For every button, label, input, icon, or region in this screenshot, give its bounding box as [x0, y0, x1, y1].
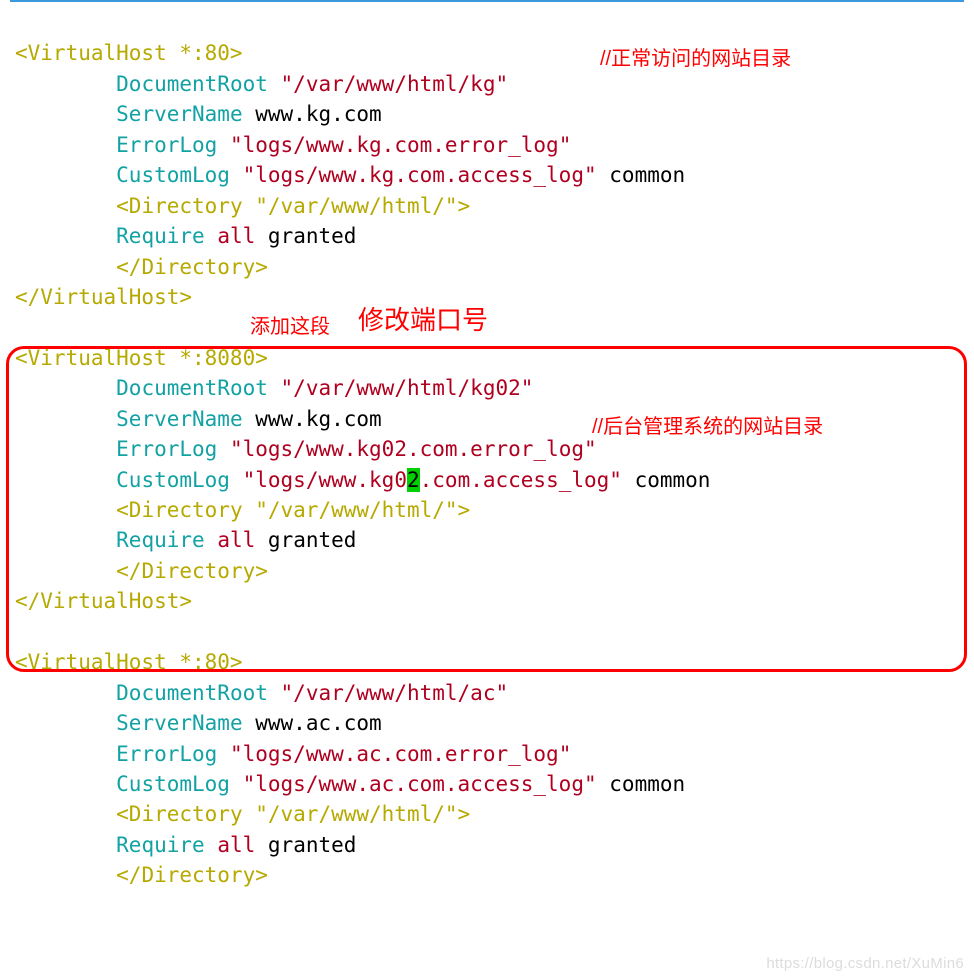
directory-close: </Directory>: [116, 255, 268, 279]
servername-val: www.kg.com: [255, 407, 381, 431]
require-key: Require: [116, 528, 205, 552]
documentroot-key: DocumentRoot: [116, 72, 268, 96]
directory-open: <Directory "/var/www/html/">: [116, 802, 470, 826]
errorlog-key: ErrorLog: [116, 742, 217, 766]
servername-key: ServerName: [116, 407, 242, 431]
servername-val: www.kg.com: [255, 102, 381, 126]
documentroot-val: "/var/www/html/kg": [281, 72, 509, 96]
require-kw: all: [217, 528, 255, 552]
directory-close: </Directory>: [116, 863, 268, 887]
customlog-tail: common: [609, 772, 685, 796]
customlog-tail: common: [635, 468, 711, 492]
vhost-close-2: </VirtualHost>: [15, 589, 192, 613]
documentroot-key: DocumentRoot: [116, 376, 268, 400]
vhost-close-1: </VirtualHost>: [15, 285, 192, 309]
code-block: <VirtualHost *:80> DocumentRoot "/var/ww…: [15, 8, 710, 891]
directory-open: <Directory "/var/www/html/">: [116, 498, 470, 522]
customlog-tail: common: [609, 163, 685, 187]
vhost-open-3: <VirtualHost *:80>: [15, 650, 243, 674]
servername-key: ServerName: [116, 102, 242, 126]
documentroot-val: "/var/www/html/kg02": [281, 376, 534, 400]
vhost-open-2: <VirtualHost *:8080>: [15, 346, 268, 370]
customlog-val: "logs/www.kg.com.access_log": [243, 163, 597, 187]
require-val: granted: [268, 224, 357, 248]
annotation-admin-site: //后台管理系统的网站目录: [592, 410, 823, 439]
errorlog-key: ErrorLog: [116, 133, 217, 157]
customlog-key: CustomLog: [116, 163, 230, 187]
annotation-add-segment: 添加这段: [250, 310, 330, 339]
require-key: Require: [116, 833, 205, 857]
watermark: https://blog.csdn.net/XuMin6: [766, 955, 964, 972]
servername-val: www.ac.com: [255, 711, 381, 735]
customlog-val: "logs/www.ac.com.access_log": [243, 772, 597, 796]
servername-key: ServerName: [116, 711, 242, 735]
top-border: [10, 0, 964, 2]
customlog-key: CustomLog: [116, 468, 230, 492]
documentroot-val: "/var/www/html/ac": [281, 681, 509, 705]
errorlog-val: "logs/www.kg02.com.error_log": [230, 437, 597, 461]
errorlog-key: ErrorLog: [116, 437, 217, 461]
require-kw: all: [217, 224, 255, 248]
directory-close: </Directory>: [116, 559, 268, 583]
documentroot-key: DocumentRoot: [116, 681, 268, 705]
directory-open: <Directory "/var/www/html/">: [116, 194, 470, 218]
vhost-open-1: <VirtualHost *:80>: [15, 41, 243, 65]
errorlog-val: "logs/www.ac.com.error_log": [230, 742, 571, 766]
customlog-val-b: .com.access_log": [420, 468, 622, 492]
require-kw: all: [217, 833, 255, 857]
require-key: Require: [116, 224, 205, 248]
annotation-change-port: 修改端口号: [358, 300, 488, 337]
customlog-val-a: "logs/www.kg0: [243, 468, 407, 492]
annotation-normal-site: //正常访问的网站目录: [600, 42, 791, 71]
require-val: granted: [268, 833, 357, 857]
errorlog-val: "logs/www.kg.com.error_log": [230, 133, 571, 157]
customlog-key: CustomLog: [116, 772, 230, 796]
cursor-char: 2: [407, 468, 420, 492]
require-val: granted: [268, 528, 357, 552]
